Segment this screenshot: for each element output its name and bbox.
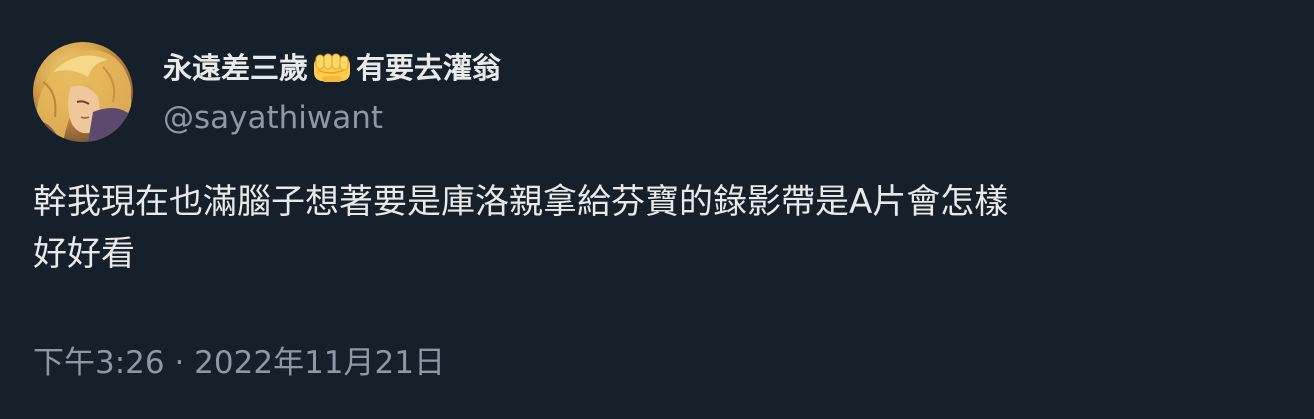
tweet-text: 幹我現在也滿腦子想著要是庫洛親拿給芬寶的錄影帶是A片會怎樣 好好看 bbox=[33, 176, 1283, 280]
display-name-part2: 有要去灌翁 bbox=[356, 51, 502, 85]
tweet-text-line: 好好看 bbox=[33, 234, 135, 274]
display-name[interactable]: 永遠差三歲 有要去灌翁 bbox=[163, 48, 501, 88]
tweet-card: 永遠差三歲 有要去灌翁 @sayathiwant 幹我現在也滿腦子想著要是庫洛親… bbox=[0, 0, 1314, 419]
display-name-part1: 永遠差三歲 bbox=[163, 51, 309, 85]
tweet-timestamp[interactable]: 下午3:26 · 2022年11月21日 bbox=[33, 341, 445, 385]
user-avatar-image bbox=[33, 50, 133, 142]
user-handle[interactable]: @sayathiwant bbox=[163, 98, 383, 138]
avatar[interactable] bbox=[33, 42, 133, 142]
oncoming-fist-icon bbox=[310, 48, 354, 88]
tweet-text-line: 幹我現在也滿腦子想著要是庫洛親拿給芬寶的錄影帶是A片會怎樣 bbox=[33, 182, 1009, 222]
